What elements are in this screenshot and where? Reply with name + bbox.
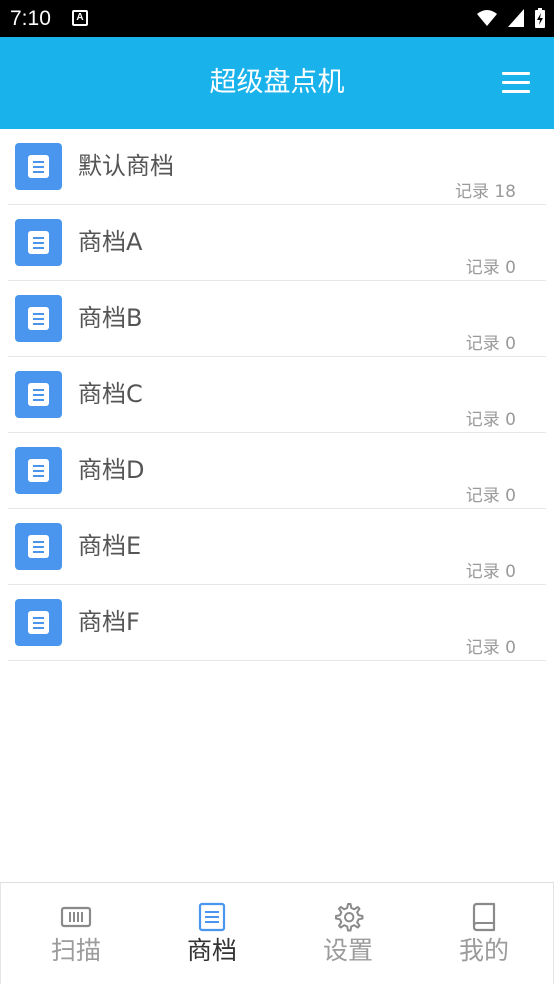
record-count: 记录 0 — [465, 486, 516, 506]
nav-label-store: 商档 — [186, 936, 237, 965]
nav-item-mine[interactable]: 我的 — [415, 883, 553, 983]
store-name: 商档B — [78, 304, 143, 332]
record-count: 记录 18 — [454, 182, 516, 202]
status-icons — [472, 7, 546, 29]
list-item[interactable]: 商档B 记录 0 — [8, 281, 546, 357]
record-count: 记录 0 — [465, 562, 516, 582]
wifi-icon — [476, 10, 497, 26]
record-count: 记录 0 — [465, 334, 516, 354]
record-count: 记录 0 — [465, 410, 516, 430]
document-icon — [15, 219, 62, 266]
store-name: 商档E — [78, 532, 142, 560]
document-list-icon — [198, 902, 226, 932]
store-list: 默认商档 记录 18 商档A 记录 0 商档B 记录 0 商档C 记录 0 商档… — [0, 129, 554, 661]
document-icon — [15, 371, 62, 418]
app-bar: 超级盘点机 — [0, 37, 554, 129]
document-icon — [15, 295, 62, 342]
nav-label-scan: 扫描 — [50, 936, 101, 965]
notification-icon: A — [72, 10, 88, 26]
list-item[interactable]: 商档F 记录 0 — [8, 585, 546, 661]
list-item[interactable]: 商档E 记录 0 — [8, 509, 546, 585]
store-name: 商档A — [78, 228, 143, 256]
nav-label-mine: 我的 — [458, 936, 509, 965]
store-name: 默认商档 — [78, 152, 174, 180]
store-name: 商档D — [78, 456, 145, 484]
signal-icon — [507, 9, 524, 27]
store-name: 商档C — [78, 380, 143, 408]
gear-icon — [335, 903, 364, 932]
status-time: 7:10 — [10, 7, 51, 30]
nav-item-store[interactable]: 商档 — [143, 883, 281, 983]
book-icon — [472, 902, 496, 932]
menu-button[interactable] — [500, 67, 532, 99]
bottom-nav: 扫描 商档 设置 我的 — [0, 882, 554, 984]
list-item[interactable]: 默认商档 记录 18 — [8, 129, 546, 205]
record-count: 记录 0 — [465, 258, 516, 278]
nav-label-settings: 设置 — [322, 936, 373, 965]
document-icon — [15, 523, 62, 570]
status-bar: 7:10 A — [0, 0, 554, 37]
nav-item-scan[interactable]: 扫描 — [7, 883, 145, 983]
document-icon — [15, 447, 62, 494]
list-item[interactable]: 商档D 记录 0 — [8, 433, 546, 509]
barcode-icon — [60, 906, 92, 928]
list-item[interactable]: 商档A 记录 0 — [8, 205, 546, 281]
battery-icon — [535, 8, 545, 28]
store-name: 商档F — [78, 608, 140, 636]
nav-item-settings[interactable]: 设置 — [279, 883, 417, 983]
document-icon — [15, 599, 62, 646]
list-item[interactable]: 商档C 记录 0 — [8, 357, 546, 433]
record-count: 记录 0 — [465, 638, 516, 658]
page-title: 超级盘点机 — [209, 67, 345, 98]
document-icon — [15, 143, 62, 190]
